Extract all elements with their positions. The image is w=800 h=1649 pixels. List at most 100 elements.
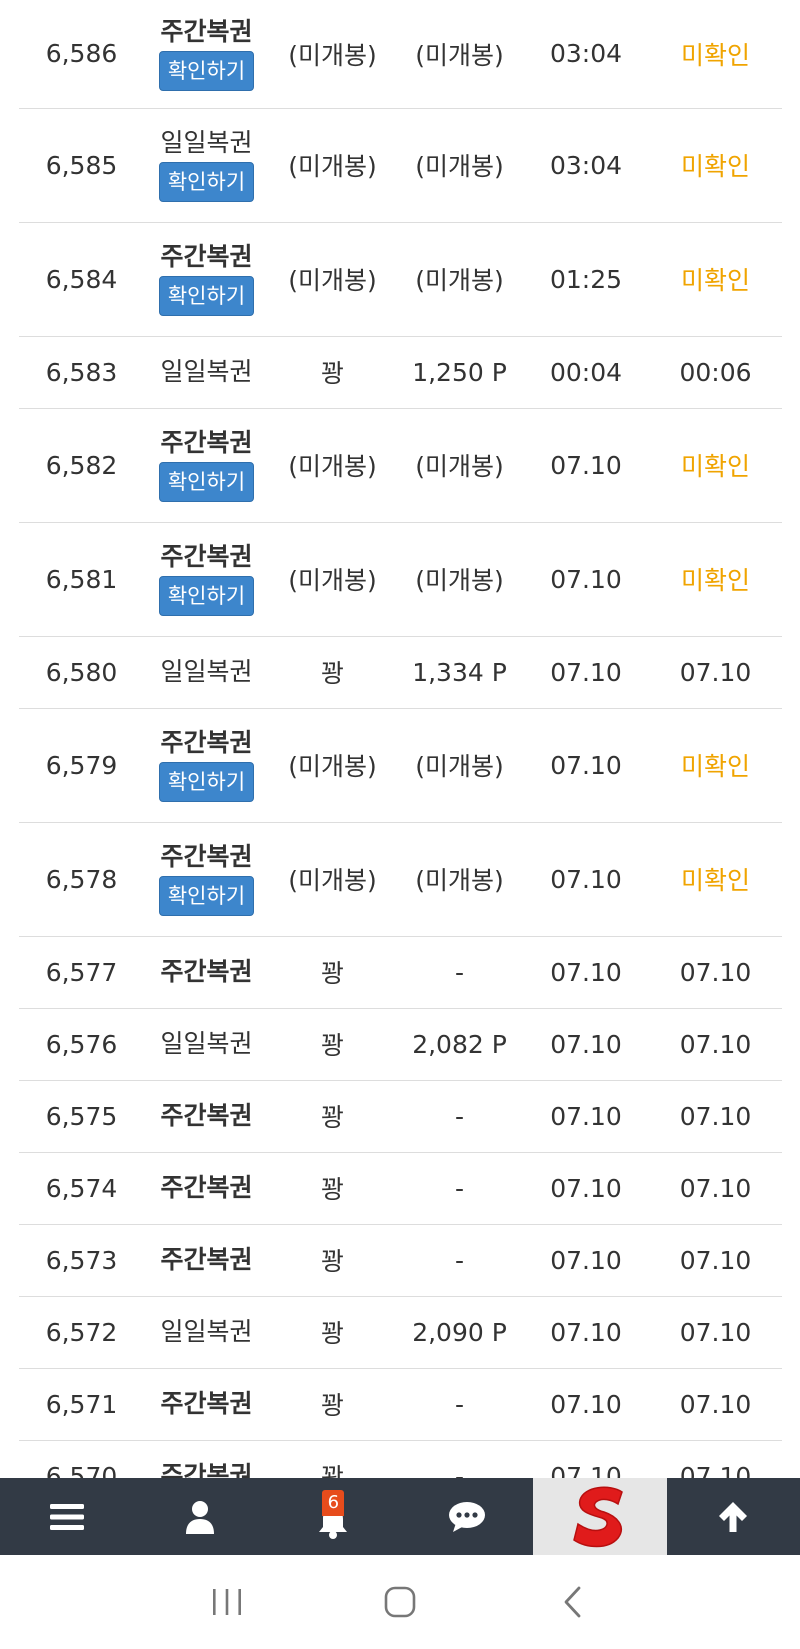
lottery-list-scroll-area[interactable]: 6,586 주간복권 확인하기 (미개봉) (미개봉) 03:04 미확인 6,585 일일복권…	[0, 0, 800, 1478]
lottery-type: 일일복권	[160, 357, 253, 386]
checked-status: 미확인	[649, 222, 782, 337]
lottery-type: 주간복권	[160, 957, 253, 986]
ticket-prize: (미개봉)	[396, 108, 523, 223]
scroll-to-top-button[interactable]	[667, 1478, 800, 1555]
ticket-number: 6,572	[19, 1296, 144, 1369]
chat-button[interactable]	[400, 1478, 533, 1555]
ticket-number: 6,585	[19, 108, 144, 223]
lottery-type: 일일복권	[160, 128, 253, 157]
table-row: 6,585 일일복권 확인하기 (미개봉) (미개봉) 03:04 미확인	[19, 108, 782, 223]
lottery-type: 주간복권	[160, 728, 253, 757]
lottery-type: 주간복권	[160, 1245, 253, 1274]
ticket-result: 꽝	[269, 1296, 396, 1369]
ticket-type-cell: 일일복권	[144, 636, 269, 709]
checked-status: 07.10	[649, 1224, 782, 1297]
checked-status: 07.10	[649, 1080, 782, 1153]
table-row: 6,579 주간복권 확인하기 (미개봉) (미개봉) 07.10 미확인	[19, 708, 782, 823]
ticket-number: 6,577	[19, 936, 144, 1009]
arrow-up-icon	[719, 1501, 748, 1532]
checked-status: 07.10	[649, 1008, 782, 1081]
checked-status: 07.10	[649, 1368, 782, 1441]
ticket-prize: (미개봉)	[396, 708, 523, 823]
lottery-type: 주간복권	[160, 1101, 253, 1130]
ticket-prize: -	[396, 1152, 523, 1225]
ticket-number: 6,571	[19, 1368, 144, 1441]
confirm-button[interactable]: 확인하기	[158, 762, 255, 802]
lottery-type: 주간복권	[160, 1461, 253, 1478]
issued-time: 07.10	[523, 936, 649, 1009]
ticket-type-cell: 주간복권확인하기	[144, 708, 269, 823]
confirm-button[interactable]: 확인하기	[158, 576, 255, 616]
issued-time: 07.10	[523, 1368, 649, 1441]
ticket-prize: -	[396, 1224, 523, 1297]
ticket-result: 꽝	[269, 1008, 396, 1081]
checked-status: 07.10	[649, 936, 782, 1009]
s-logo-icon	[573, 1486, 623, 1547]
menu-button[interactable]	[0, 1478, 133, 1555]
lottery-type: 주간복권	[160, 242, 253, 271]
ticket-type-cell: 주간복권확인하기	[144, 408, 269, 523]
lottery-type: 일일복권	[160, 657, 253, 686]
ticket-result: (미개봉)	[269, 408, 396, 523]
back-icon	[564, 1586, 581, 1618]
ticket-type-cell: 일일복권	[144, 1008, 269, 1081]
table-row: 6,580 일일복권 꽝 1,334 P 07.10 07.10	[19, 636, 782, 709]
issued-time: 07.10	[523, 1080, 649, 1153]
site-logo-button[interactable]	[533, 1478, 667, 1555]
lottery-type: 주간복권	[160, 542, 253, 571]
confirm-button[interactable]: 확인하기	[158, 50, 255, 91]
ticket-result: 꽝	[269, 1152, 396, 1225]
ticket-number: 6,583	[19, 336, 144, 409]
issued-time: 03:04	[523, 108, 649, 223]
ticket-prize: -	[396, 1368, 523, 1441]
profile-button[interactable]	[133, 1478, 266, 1555]
ticket-type-cell: 주간복권	[144, 936, 269, 1009]
confirm-button[interactable]: 확인하기	[158, 276, 255, 316]
confirm-button[interactable]: 확인하기	[158, 462, 255, 502]
lottery-type: 주간복권	[160, 428, 253, 457]
bottom-navigation-bar: 6	[0, 1478, 800, 1555]
ticket-number: 6,574	[19, 1152, 144, 1225]
chat-bubble-icon	[448, 1501, 485, 1532]
recent-apps-button[interactable]	[197, 1572, 257, 1632]
ticket-number: 6,576	[19, 1008, 144, 1081]
lottery-table-body: 6,586 주간복권 확인하기 (미개봉) (미개봉) 03:04 미확인 6,585 일일복권…	[19, 0, 782, 1478]
home-button[interactable]	[370, 1572, 430, 1632]
ticket-type-cell: 주간복권확인하기	[144, 822, 269, 937]
ticket-prize: 2,082 P	[396, 1008, 523, 1081]
issued-time: 07.10	[523, 1152, 649, 1225]
ticket-result: (미개봉)	[269, 822, 396, 937]
lottery-type: 주간복권	[160, 16, 253, 46]
table-row: 6,572 일일복권 꽝 2,090 P 07.10 07.10	[19, 1296, 782, 1369]
checked-status: 미확인	[649, 522, 782, 637]
issued-time: 07.10	[523, 1440, 649, 1478]
lottery-type: 주간복권	[160, 842, 253, 871]
checked-status: 07.10	[649, 636, 782, 709]
issued-time: 03:04	[523, 0, 649, 109]
ticket-prize: (미개봉)	[396, 822, 523, 937]
issued-time: 07.10	[523, 636, 649, 709]
checked-status: 07.10	[649, 1440, 782, 1478]
ticket-number: 6,579	[19, 708, 144, 823]
ticket-result: 꽝	[269, 636, 396, 709]
issued-time: 07.10	[523, 522, 649, 637]
back-button[interactable]	[543, 1572, 603, 1632]
table-row: 6,586 주간복권 확인하기 (미개봉) (미개봉) 03:04 미확인	[19, 0, 782, 109]
home-icon	[384, 1586, 416, 1618]
checked-status: 미확인	[649, 108, 782, 223]
ticket-result: 꽝	[269, 1224, 396, 1297]
notifications-button[interactable]: 6	[267, 1478, 400, 1555]
confirm-button[interactable]: 확인하기	[158, 876, 255, 916]
issued-time: 07.10	[523, 822, 649, 937]
ticket-result: (미개봉)	[269, 108, 396, 223]
recent-apps-icon	[212, 1589, 241, 1615]
hamburger-menu-icon	[49, 1503, 84, 1530]
ticket-result: 꽝	[269, 1440, 396, 1478]
lottery-type: 일일복권	[160, 1317, 253, 1346]
checked-status: 미확인	[649, 408, 782, 523]
checked-status: 07.10	[649, 1296, 782, 1369]
ticket-number: 6,584	[19, 222, 144, 337]
ticket-result: (미개봉)	[269, 0, 396, 109]
ticket-number: 6,578	[19, 822, 144, 937]
confirm-button[interactable]: 확인하기	[158, 162, 255, 202]
